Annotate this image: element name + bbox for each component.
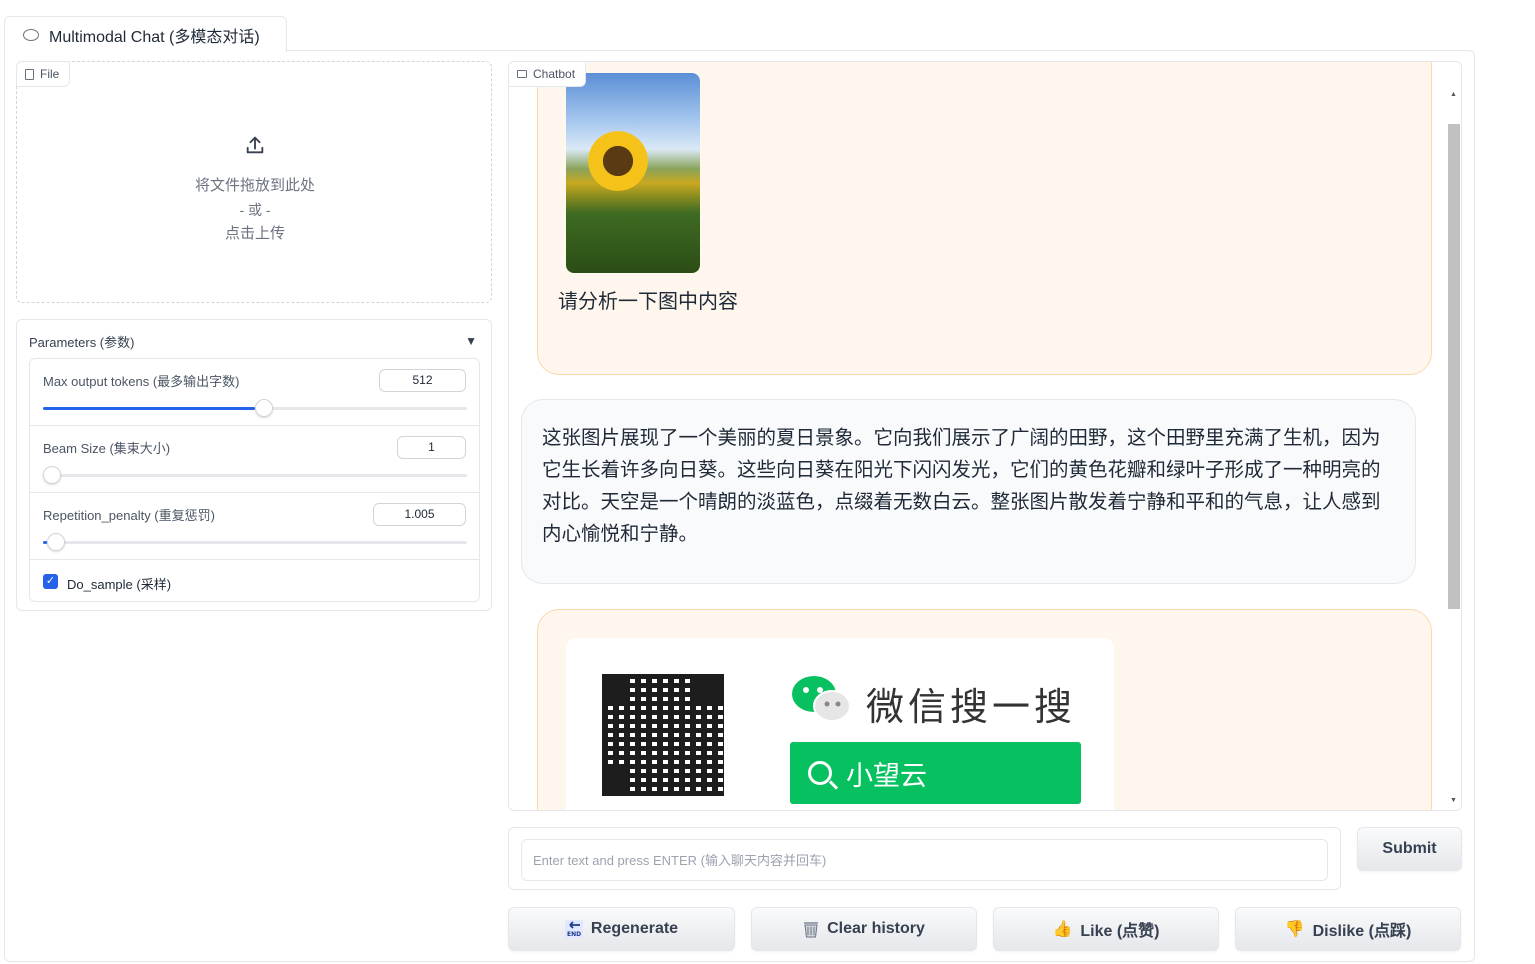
chatbot-scrollbar[interactable]: ▲ ▼ — [1446, 89, 1460, 809]
file-block-label: File — [16, 61, 71, 87]
tab-label: Multimodal Chat (多模态对话) — [49, 28, 260, 46]
wechat-logo-icon — [792, 676, 851, 722]
like-label: Like (点赞) — [1080, 923, 1160, 940]
parameters-accordion: Parameters (参数) ▼ Max output tokens (最多输… — [16, 319, 492, 611]
clear-history-label: Clear history — [827, 920, 925, 937]
scroll-down-arrow-icon[interactable]: ▼ — [1450, 797, 1457, 804]
thumbs-down-icon: 👎 — [1284, 921, 1305, 938]
regenerate-button[interactable]: END Regenerate — [508, 907, 735, 951]
beam-size-label: Beam Size (集束大小) — [43, 441, 171, 456]
scroll-up-arrow-icon[interactable]: ▲ — [1450, 91, 1457, 98]
message-input[interactable] — [521, 839, 1328, 881]
max-tokens-slider[interactable] — [43, 399, 467, 417]
qr-code-icon — [602, 674, 724, 796]
regenerate-label: Regenerate — [590, 920, 679, 937]
wastebasket-icon — [804, 922, 819, 938]
repetition-penalty-slider[interactable] — [43, 533, 467, 551]
wechat-qr-image: 微信搜一搜 小望云 — [566, 638, 1114, 810]
repetition-penalty-label: Repetition_penalty (重复惩罚) — [43, 508, 215, 523]
chat-bubble-icon — [23, 28, 39, 41]
file-icon — [25, 68, 34, 80]
user-message-text: 请分析一下图中内容 — [558, 291, 738, 313]
repetition-penalty-input[interactable]: 1.005 — [373, 503, 466, 526]
dislike-button[interactable]: 👎 Dislike (点踩) — [1235, 907, 1461, 951]
chatbot-label: Chatbot — [533, 67, 576, 81]
submit-button[interactable]: Submit — [1357, 827, 1462, 871]
user-message: 请分析一下图中内容 — [537, 62, 1432, 375]
like-button[interactable]: 👍 Like (点赞) — [993, 907, 1219, 951]
chatbot: Chatbot 请分析一下图中内容 这张图片展现了一个美丽的夏日景象。它向我们展… — [508, 61, 1462, 811]
thumbs-up-icon: 👍 — [1052, 921, 1073, 938]
message-input-box — [508, 827, 1341, 890]
beam-size-thumb[interactable] — [43, 466, 61, 484]
scrollbar-thumb[interactable] — [1448, 124, 1460, 609]
user-image-message: 微信搜一搜 小望云 — [537, 609, 1432, 810]
drop-text: 将文件拖放到此处 — [194, 177, 315, 194]
bot-message-text: 这张图片展现了一个美丽的夏日景象。它向我们展示了广阔的田野，这个田野里充满了生机… — [542, 427, 1381, 545]
beam-size-input[interactable]: 1 — [397, 436, 466, 459]
sunflower-image — [566, 73, 700, 273]
do-sample-label: Do_sample (采样) — [67, 577, 172, 592]
max-tokens-row: Max output tokens (最多输出字数) 512 — [30, 359, 479, 426]
end-arrow-icon: END — [564, 920, 583, 938]
do-sample-row: ✓ Do_sample (采样) — [30, 560, 479, 602]
bot-message: 这张图片展现了一个美丽的夏日景象。它向我们展示了广阔的田野，这个田野里充满了生机… — [521, 399, 1416, 584]
wechat-search-bar: 小望云 — [790, 742, 1081, 804]
svg-text:END: END — [567, 931, 581, 938]
beam-size-row: Beam Size (集束大小) 1 — [30, 426, 479, 493]
sunflower-head — [588, 131, 648, 191]
dislike-label: Dislike (点踩) — [1312, 923, 1412, 940]
parameters-panel: Max output tokens (最多输出字数) 512 Beam Size… — [29, 358, 480, 602]
collapse-caret-icon[interactable]: ▼ — [465, 334, 477, 348]
wechat-search-title: 微信搜一搜 — [866, 685, 1077, 729]
parameters-title[interactable]: Parameters (参数) — [29, 332, 134, 351]
click-upload-text: 点击上传 — [224, 225, 285, 242]
upload-dropzone[interactable]: 将文件拖放到此处 - 或 - 点击上传 — [17, 134, 493, 246]
file-label: File — [40, 67, 60, 81]
chatbot-icon — [517, 70, 527, 78]
submit-label: Submit — [1382, 840, 1437, 857]
tab-multimodal-chat[interactable]: Multimodal Chat (多模态对话) — [4, 16, 287, 52]
do-sample-checkbox[interactable]: ✓ — [43, 574, 58, 589]
max-tokens-fill — [43, 407, 255, 410]
file-upload[interactable]: File 将文件拖放到此处 - 或 - 点击上传 — [16, 61, 492, 303]
upload-icon — [246, 136, 264, 154]
chatbot-block-label: Chatbot — [509, 62, 587, 87]
or-text: - 或 - — [239, 202, 271, 218]
wechat-search-text: 小望云 — [846, 760, 927, 791]
max-tokens-input[interactable]: 512 — [379, 369, 466, 392]
repetition-penalty-thumb[interactable] — [47, 533, 66, 551]
repetition-penalty-row: Repetition_penalty (重复惩罚) 1.005 — [30, 493, 479, 560]
max-tokens-label: Max output tokens (最多输出字数) — [43, 374, 240, 389]
max-tokens-thumb[interactable] — [255, 399, 273, 417]
search-icon — [808, 761, 832, 785]
beam-size-slider[interactable] — [43, 466, 467, 484]
clear-history-button[interactable]: Clear history — [751, 907, 977, 951]
